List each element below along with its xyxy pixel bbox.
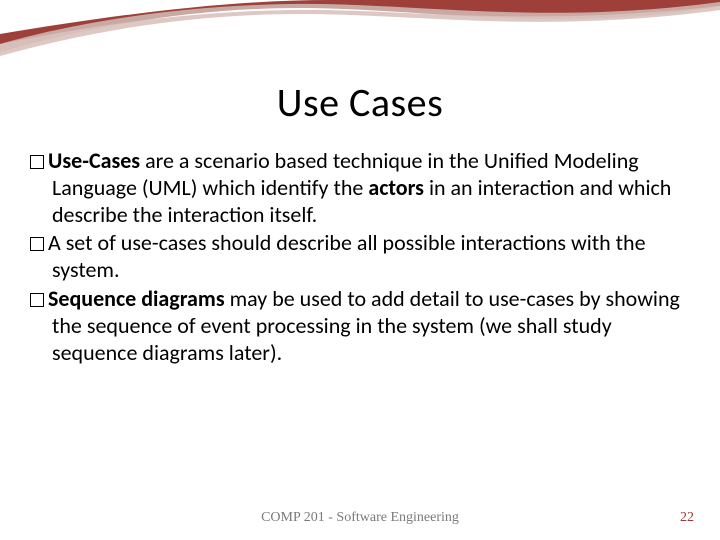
slide-title: Use Cases [0,78,720,127]
slide: Use Cases Use-Cases are a scenario based… [0,0,720,540]
bullet-marker-icon [30,155,44,169]
bold-text: Sequence diagrams [48,285,225,312]
bullet-1: Use-Cases are a scenario based technique… [30,148,692,228]
footer-center: COMP 201 - Software Engineering [0,510,720,526]
body-text: A set of use-cases should describe all p… [48,229,646,283]
bullet-3: Sequence diagrams may be used to add det… [30,286,692,366]
bold-text: actors [368,174,424,201]
bold-text: Use-Cases [48,147,140,174]
slide-body: Use-Cases are a scenario based technique… [30,148,692,369]
bullet-2: A set of use-cases should describe all p… [30,230,692,284]
bullet-marker-icon [30,237,44,251]
bullet-marker-icon [30,293,44,307]
slide-number: 22 [680,510,694,526]
decorative-swoosh [0,0,720,70]
